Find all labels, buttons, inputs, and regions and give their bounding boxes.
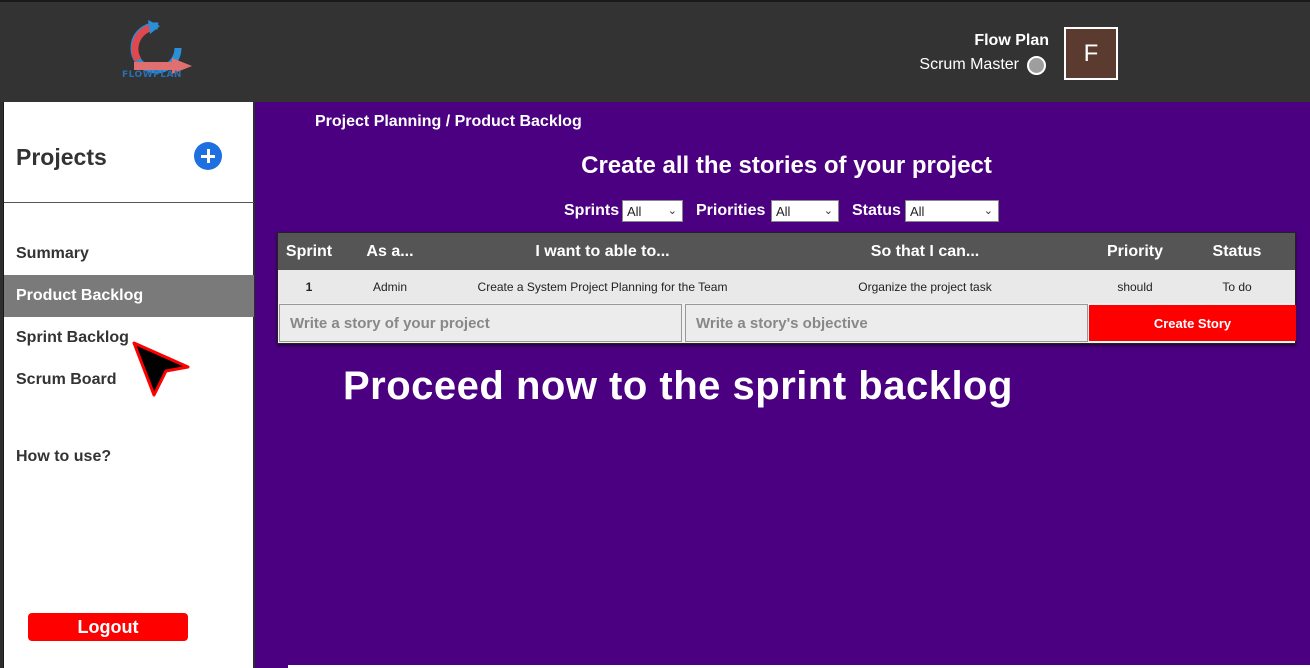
instruction-overlay-text: Proceed now to the sprint backlog — [343, 364, 1013, 408]
pointer-arrow-icon — [132, 341, 190, 397]
how-to-use-link[interactable]: How to use? — [16, 448, 111, 466]
sidebar-item-summary[interactable]: Summary — [4, 233, 254, 275]
filter-label-status: Status — [852, 202, 901, 219]
column-header-sprint: Sprint — [285, 242, 333, 260]
filter-label-priorities: Priorities — [696, 202, 766, 219]
sidebar-item-scrum-board[interactable]: Scrum Board — [4, 359, 254, 401]
filter-select-priorities[interactable]: All ⌄ — [771, 200, 839, 222]
create-story-button[interactable]: Create Story — [1089, 305, 1296, 341]
breadcrumb: Project Planning / Product Backlog — [315, 113, 582, 130]
table-row[interactable]: 1 Admin Create a System Project Planning… — [278, 270, 1295, 303]
column-header-priority: Priority — [1106, 242, 1163, 260]
logout-button[interactable]: Logout — [28, 613, 188, 641]
filter-select-status[interactable]: All ⌄ — [905, 200, 999, 222]
avatar[interactable]: F — [1064, 27, 1118, 80]
cell-as-a: Admin — [372, 279, 407, 294]
chevron-down-icon: ⌄ — [823, 205, 833, 217]
top-bar: FLOWPLAN Flow Plan Scrum Master F — [0, 0, 1310, 102]
column-header-so-that: So that I can... — [870, 242, 980, 260]
filter-select-sprints[interactable]: All ⌄ — [622, 200, 683, 222]
page-title: Create all the stories of your project — [581, 152, 992, 179]
projects-title: Projects — [16, 144, 107, 170]
cell-so-that: Organize the project task — [858, 279, 992, 294]
add-project-button[interactable] — [194, 142, 222, 170]
column-header-as-a: As a... — [366, 242, 414, 260]
column-header-status: Status — [1212, 242, 1262, 260]
main-content: Project Planning / Product Backlog Creat… — [255, 102, 1310, 668]
story-input[interactable]: Write a story of your project — [279, 304, 682, 342]
sidebar-item-product-backlog[interactable]: Product Backlog — [4, 275, 254, 317]
filter-label-sprints: Sprints — [564, 202, 620, 219]
cell-priority: should — [1117, 279, 1153, 294]
column-header-want: I want to able to... — [535, 242, 670, 260]
backlog-table: Sprint As a... I want to able to... So t… — [277, 232, 1296, 344]
cell-sprint: 1 — [305, 279, 313, 294]
sidebar: Projects Summary Product Backlog Sprint … — [3, 102, 254, 668]
sidebar-divider — [4, 202, 254, 203]
user-role: Scrum Master — [919, 56, 1019, 73]
chevron-down-icon: ⌄ — [667, 205, 677, 217]
objective-input[interactable]: Write a story's objective — [685, 304, 1088, 342]
filter-value-status: All — [910, 203, 925, 219]
cell-want: Create a System Project Planning for the… — [477, 279, 728, 294]
table-header: Sprint As a... I want to able to... So t… — [278, 233, 1295, 270]
filter-value-priorities: All — [776, 203, 791, 219]
status-indicator-icon — [1027, 56, 1046, 75]
sidebar-item-sprint-backlog[interactable]: Sprint Backlog — [4, 317, 254, 359]
user-name: Flow Plan — [974, 32, 1049, 49]
cell-status: To do — [1222, 279, 1252, 294]
filter-value-sprints: All — [627, 203, 642, 219]
logo-text: FLOWPLAN — [122, 70, 182, 80]
chevron-down-icon: ⌄ — [983, 205, 993, 217]
